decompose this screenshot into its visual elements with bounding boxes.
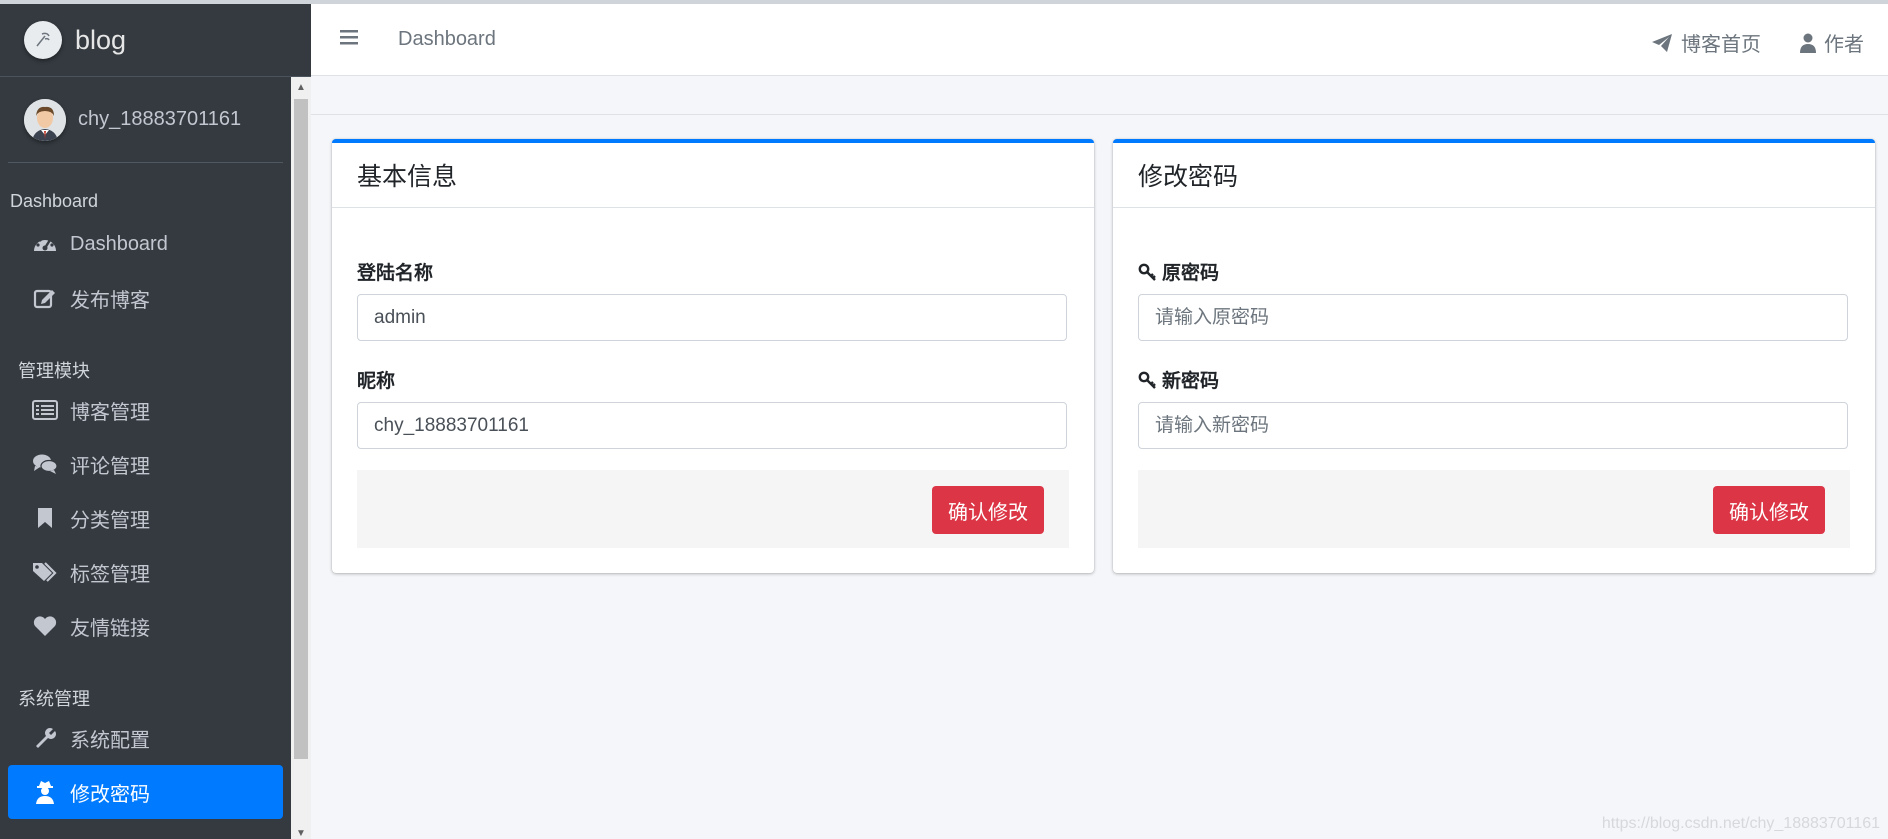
sidebar-item-change-password[interactable]: 修改密码 [8, 765, 283, 819]
breadcrumb[interactable]: Dashboard [398, 28, 496, 51]
sidebar-item-label: 修改密码 [70, 783, 150, 806]
user-secret-icon [30, 780, 60, 804]
list-icon [30, 400, 60, 420]
key-icon [1138, 371, 1162, 389]
brand-link[interactable]: blog [0, 4, 311, 77]
confirm-basic-info-button[interactable]: 确认修改 [932, 486, 1044, 534]
wrench-icon [30, 727, 60, 749]
content-header-divider [311, 114, 1888, 115]
edit-icon [30, 287, 60, 309]
sidebar-item-label: 评论管理 [70, 455, 150, 478]
card-title: 基本信息 [357, 163, 458, 191]
tags-icon [30, 561, 60, 583]
blog-home-label: 博客首页 [1681, 34, 1761, 56]
old-password-label-text: 原密码 [1162, 263, 1220, 284]
scroll-up-arrow-icon[interactable]: ▲ [291, 77, 311, 97]
comments-icon [30, 453, 60, 475]
tachometer-icon [30, 233, 60, 255]
new-password-label: 新密码 [1138, 366, 1219, 393]
card-title: 修改密码 [1138, 163, 1239, 191]
heart-icon [30, 615, 60, 637]
paper-plane-icon [1651, 33, 1673, 53]
sidebar-item-publish-blog[interactable]: 发布博客 [8, 271, 283, 325]
sidebar-item-label: Dashboard [70, 232, 168, 255]
scroll-down-arrow-icon[interactable]: ▼ [291, 823, 311, 839]
sidebar-scroll-area: chy_18883701161 Dashboard Dashboard 发布博客… [0, 77, 291, 839]
sidebar-item-label: 标签管理 [70, 563, 150, 586]
sidebar-item-label: 系统配置 [70, 729, 150, 752]
hamburger-menu-icon[interactable] [339, 28, 359, 51]
sidebar-item-category-management[interactable]: 分类管理 [8, 491, 283, 545]
sidebar-scrollbar[interactable]: ▲ ▼ [291, 77, 311, 839]
author-label: 作者 [1824, 34, 1864, 56]
brand-text: blog [75, 24, 127, 55]
nav-header-management: 管理模块 [18, 361, 90, 381]
user-avatar [24, 98, 66, 141]
key-icon [1138, 263, 1162, 281]
sidebar-item-tag-management[interactable]: 标签管理 [8, 545, 283, 599]
sidebar-item-dashboard[interactable]: Dashboard [8, 217, 283, 271]
change-password-card: 修改密码 原密码 新密码 确认修改 [1113, 139, 1875, 573]
user-icon [1800, 33, 1816, 53]
card-footer: 确认修改 [357, 470, 1069, 548]
old-password-input[interactable] [1138, 294, 1848, 341]
new-password-label-text: 新密码 [1162, 371, 1220, 392]
nickname-label: 昵称 [357, 371, 396, 392]
blog-home-link[interactable]: 博客首页 [1651, 28, 1761, 57]
sidebar-item-label: 发布博客 [70, 289, 150, 312]
sidebar-item-label: 分类管理 [70, 509, 150, 532]
card-header: 修改密码 [1113, 143, 1875, 208]
login-name-label: 登陆名称 [357, 263, 434, 284]
sidebar-item-label: 博客管理 [70, 401, 150, 424]
top-navbar: Dashboard 博客首页 作者 [311, 4, 1888, 76]
nav-header-dashboard: Dashboard [10, 191, 99, 211]
old-password-label: 原密码 [1138, 258, 1219, 285]
author-link[interactable]: 作者 [1800, 28, 1864, 57]
nickname-input[interactable] [357, 402, 1067, 449]
card-footer: 确认修改 [1138, 470, 1850, 548]
brand-logo-icon [24, 21, 62, 59]
login-name-input[interactable] [357, 294, 1067, 341]
user-name: chy_18883701161 [78, 108, 242, 130]
basic-info-card: 基本信息 登陆名称 昵称 确认修改 [332, 139, 1094, 573]
watermark-text: https://blog.csdn.net/chy_18883701161 [1601, 815, 1880, 832]
new-password-input[interactable] [1138, 402, 1848, 449]
sidebar-item-label: 友情链接 [70, 617, 150, 640]
scrollbar-thumb[interactable] [294, 99, 308, 759]
confirm-password-button[interactable]: 确认修改 [1713, 486, 1825, 534]
sidebar-item-blog-management[interactable]: 博客管理 [8, 383, 283, 437]
user-panel[interactable]: chy_18883701161 [8, 77, 283, 163]
bookmark-icon [30, 507, 60, 529]
sidebar-item-system-config[interactable]: 系统配置 [8, 711, 283, 765]
sidebar-item-comment-management[interactable]: 评论管理 [8, 437, 283, 491]
sidebar: blog chy_18883701161 Dashboard Dashboard… [0, 4, 311, 839]
sidebar-item-friend-links[interactable]: 友情链接 [8, 599, 283, 653]
card-header: 基本信息 [332, 143, 1094, 208]
nav-header-system: 系统管理 [18, 689, 90, 709]
